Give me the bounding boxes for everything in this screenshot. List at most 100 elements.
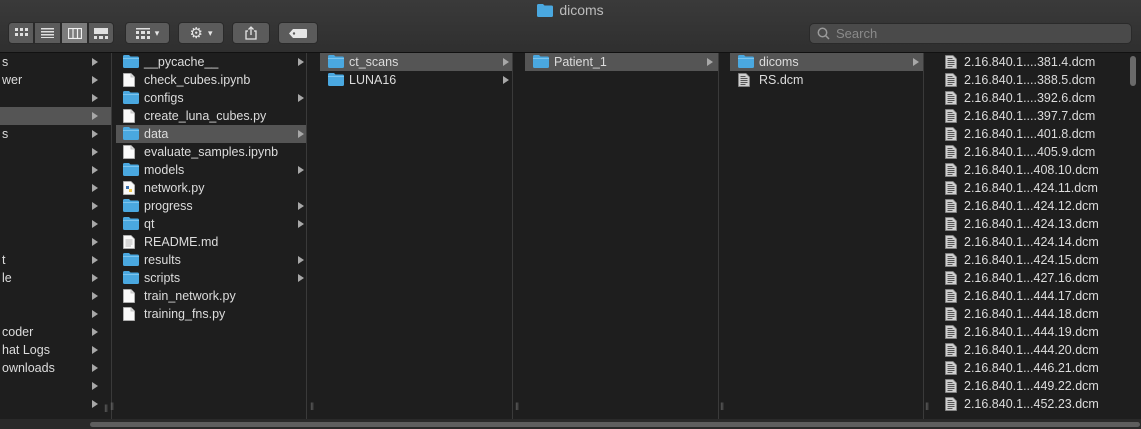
folder-icon (123, 253, 139, 269)
list-item[interactable]: 2.16.840.1...424.15.dcm (937, 251, 1141, 269)
list-item[interactable]: data (116, 125, 306, 143)
sidebar-item[interactable] (0, 179, 111, 197)
sidebar-item[interactable] (0, 305, 111, 323)
action-button[interactable]: ⚙ ▾ (178, 22, 224, 44)
list-item[interactable]: 2.16.840.1....392.6.dcm (937, 89, 1141, 107)
folder-icon (123, 199, 139, 215)
sidebar-item[interactable]: hat Logs (0, 341, 111, 359)
list-item[interactable]: models (116, 161, 306, 179)
item-label: 2.16.840.1...444.20.dcm (964, 343, 1099, 357)
sidebar-item[interactable]: coder (0, 323, 111, 341)
dicom-file-icon (945, 73, 957, 90)
horizontal-scrollbar-thumb[interactable] (90, 422, 1140, 427)
list-icon (41, 28, 54, 38)
list-item[interactable]: RS.dcm (730, 71, 923, 89)
list-item[interactable]: training_fns.py (116, 305, 306, 323)
column-resize-handle[interactable]: ‖ (720, 402, 724, 425)
search-field[interactable] (809, 23, 1132, 44)
dicom-file-icon (945, 91, 957, 108)
sidebar-item[interactable] (0, 395, 111, 413)
search-input[interactable] (836, 26, 1116, 41)
list-item[interactable]: results (116, 251, 306, 269)
share-button[interactable] (232, 22, 270, 44)
gallery-view-button[interactable] (88, 22, 114, 44)
list-item[interactable]: 2.16.840.1....405.9.dcm (937, 143, 1141, 161)
chevron-right-icon (92, 364, 98, 372)
list-item[interactable]: scripts (116, 269, 306, 287)
sidebar-item[interactable]: t (0, 251, 111, 269)
sidebar-item[interactable]: ownloads (0, 359, 111, 377)
column-resize-handle[interactable]: ‖ (110, 402, 114, 425)
list-item[interactable]: ct_scans (320, 53, 512, 71)
item-label: scripts (144, 271, 181, 285)
column-data: ct_scansLUNA16‖ (320, 53, 513, 419)
list-item[interactable]: 2.16.840.1...427.16.dcm (937, 269, 1141, 287)
item-label: t (2, 253, 6, 267)
sidebar-item[interactable] (0, 143, 111, 161)
column-resize-handle[interactable]: ‖ (515, 402, 519, 425)
list-item[interactable]: 2.16.840.1...424.13.dcm (937, 215, 1141, 233)
sidebar-item[interactable]: s (0, 53, 111, 71)
list-item[interactable]: 2.16.840.1...444.18.dcm (937, 305, 1141, 323)
column-resize-handle[interactable]: ‖ (104, 404, 108, 415)
list-view-button[interactable] (34, 22, 61, 44)
list-item[interactable]: 2.16.840.1...444.20.dcm (937, 341, 1141, 359)
list-item[interactable]: LUNA16 (320, 71, 512, 89)
list-item[interactable]: 2.16.840.1....381.4.dcm (937, 53, 1141, 71)
list-item[interactable]: __pycache__ (116, 53, 306, 71)
chevron-right-icon (92, 184, 98, 192)
sidebar-item[interactable] (0, 215, 111, 233)
icon-view-button[interactable] (8, 22, 34, 44)
list-item[interactable]: 2.16.840.1....397.7.dcm (937, 107, 1141, 125)
list-item[interactable]: 2.16.840.1...408.10.dcm (937, 161, 1141, 179)
chevron-right-icon (92, 202, 98, 210)
columns-icon (67, 27, 82, 39)
list-item[interactable]: evaluate_samples.ipynb (116, 143, 306, 161)
tags-button[interactable] (278, 22, 318, 44)
window-title: dicoms (0, 2, 1141, 18)
list-item[interactable]: create_luna_cubes.py (116, 107, 306, 125)
sidebar-item[interactable] (0, 89, 111, 107)
column-view-button[interactable] (61, 22, 88, 44)
list-item[interactable]: progress (116, 197, 306, 215)
list-item[interactable]: 2.16.840.1...449.22.dcm (937, 377, 1141, 395)
sidebar-item[interactable]: s (0, 125, 111, 143)
list-item[interactable]: dicoms (730, 53, 923, 71)
dicom-file-icon (945, 361, 957, 378)
list-item[interactable]: qt (116, 215, 306, 233)
sidebar-item[interactable] (0, 197, 111, 215)
list-item[interactable]: 2.16.840.1....388.5.dcm (937, 71, 1141, 89)
chevron-right-icon (92, 328, 98, 336)
list-item[interactable]: check_cubes.ipynb (116, 71, 306, 89)
list-item[interactable]: 2.16.840.1...446.21.dcm (937, 359, 1141, 377)
sidebar-item[interactable] (0, 107, 111, 125)
list-item[interactable]: train_network.py (116, 287, 306, 305)
sidebar-item[interactable] (0, 377, 111, 395)
list-item[interactable]: 2.16.840.1...444.19.dcm (937, 323, 1141, 341)
share-group (232, 22, 270, 44)
folder-icon (123, 163, 139, 179)
group-by-button[interactable]: ▾ (125, 22, 170, 44)
sidebar-item[interactable]: wer (0, 71, 111, 89)
list-item[interactable]: 2.16.840.1...424.12.dcm (937, 197, 1141, 215)
list-item[interactable]: README.md (116, 233, 306, 251)
list-item[interactable]: 2.16.840.1...444.17.dcm (937, 287, 1141, 305)
list-item[interactable]: 2.16.840.1...424.14.dcm (937, 233, 1141, 251)
list-item[interactable]: Patient_1 (525, 53, 718, 71)
sidebar-item[interactable]: le (0, 269, 111, 287)
vertical-scrollbar-thumb[interactable] (1130, 56, 1136, 86)
list-item[interactable]: 2.16.840.1...452.23.dcm (937, 395, 1141, 413)
column-browser: s wer s t le coder hat Logs ownloads ‖ __pycache… (0, 53, 1141, 419)
list-item[interactable]: 2.16.840.1...424.11.dcm (937, 179, 1141, 197)
list-item[interactable]: network.py (116, 179, 306, 197)
list-item[interactable]: configs (116, 89, 306, 107)
column-resize-handle[interactable]: ‖ (925, 402, 929, 425)
item-label: evaluate_samples.ipynb (144, 145, 279, 159)
sidebar-item[interactable] (0, 161, 111, 179)
item-label: README.md (144, 235, 219, 249)
list-item[interactable]: 2.16.840.1....401.8.dcm (937, 125, 1141, 143)
sidebar-item[interactable] (0, 233, 111, 251)
column-resize-handle[interactable]: ‖ (310, 402, 314, 425)
sidebar-item[interactable] (0, 287, 111, 305)
horizontal-scrollbar[interactable] (0, 419, 1141, 429)
